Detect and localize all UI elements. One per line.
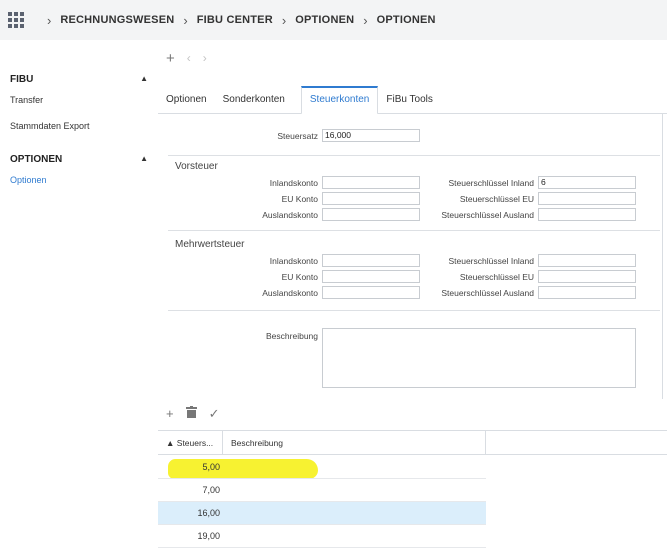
breadcrumb-rechnungswesen[interactable]: RECHNUNGSWESEN [60,14,174,26]
vorsteuer-sk-inland-input[interactable]: 6 [538,176,636,189]
sidebar-item-stammdaten-export[interactable]: Stammdaten Export [10,121,90,131]
chevron-right-icon: › [363,12,368,28]
vorsteuer-sk-ausland-input[interactable] [538,208,636,221]
divider [168,230,660,231]
steuersatz-cell: 5,00 [202,462,220,472]
steuer-grid: ▲ Steuers... Beschreibung 5,00 7,00 16,0… [158,430,667,557]
add-icon[interactable]: + [166,51,175,66]
top-bar: › RECHNUNGSWESEN › FIBU CENTER › OPTIONE… [0,0,667,40]
steuerkonten-form: Steuersatz 16,000 Vorsteuer Inlandskonto… [158,114,663,399]
mwst-auslandskonto-label: Auslandskonto [262,288,318,298]
tab-steuerkonten[interactable]: Steuerkonten [300,86,379,115]
grid-toolbar: + ✓ [158,400,667,426]
mwst-sk-ausland-label: Steuerschlüssel Ausland [441,288,534,298]
mwst-eu-konto-label: EU Konto [281,272,318,282]
tab-fibu-tools[interactable]: FiBu Tools [386,86,441,114]
steuersatz-label: Steuersatz [277,131,318,141]
mehrwertsteuer-title: Mehrwertsteuer [175,239,245,250]
caret-up-icon: ▲ [140,154,148,163]
chevron-left-icon[interactable]: ‹ [187,52,191,64]
sidebar-group-fibu[interactable]: FIBU ▲ [10,74,148,85]
vorsteuer-eu-konto-label: EU Konto [281,194,318,204]
tab-sonderkonten[interactable]: Sonderkonten [223,86,293,114]
mwst-sk-eu-input[interactable] [538,270,636,283]
chevron-right-icon: › [183,12,188,28]
steuersatz-cell: 16,00 [197,508,220,518]
chevron-right-icon: › [47,12,52,28]
app-grid-icon[interactable] [8,12,24,28]
table-row[interactable]: 7,00 [158,479,486,502]
record-toolbar: + ‹ › [158,40,667,76]
divider [168,310,660,311]
column-beschreibung[interactable]: Beschreibung [223,431,486,455]
sidebar-item-optionen[interactable]: Optionen [10,175,47,185]
chevron-right-icon: › [281,12,287,28]
add-icon[interactable]: + [166,407,174,420]
check-icon[interactable]: ✓ [209,407,220,420]
chevron-right-icon[interactable]: › [203,52,207,64]
vorsteuer-inlandskonto-label: Inlandskonto [269,178,318,188]
caret-up-icon: ▲ [140,74,148,83]
sidebar-group-optionen[interactable]: OPTIONEN ▲ [10,154,148,165]
tab-optionen[interactable]: Optionen [166,86,215,114]
beschreibung-label: Beschreibung [266,331,318,341]
steuersatz-cell: 7,00 [202,485,220,495]
steuersatz-input[interactable]: 16,000 [322,129,420,142]
vorsteuer-auslandskonto-label: Auslandskonto [262,210,318,220]
sidebar: FIBU ▲ Transfer Stammdaten Export OPTION… [0,40,158,557]
grid-header: ▲ Steuers... Beschreibung [158,431,667,455]
table-row[interactable]: 19,00 [158,525,486,548]
mwst-sk-eu-label: Steuerschlüssel EU [459,272,534,282]
vorsteuer-sk-ausland-label: Steuerschlüssel Ausland [441,210,534,220]
mwst-auslandskonto-input[interactable] [322,286,420,299]
column-steuersatz[interactable]: ▲ Steuers... [158,431,223,455]
mwst-eu-konto-input[interactable] [322,270,420,283]
breadcrumb-optionen[interactable]: OPTIONEN [295,14,354,26]
mwst-inlandskonto-input[interactable] [322,254,420,267]
vorsteuer-eu-konto-input[interactable] [322,192,420,205]
vorsteuer-sk-inland-label: Steuerschlüssel Inland [448,178,534,188]
mwst-inlandskonto-label: Inlandskonto [269,256,318,266]
breadcrumb-optionen-current: OPTIONEN [376,14,436,26]
vorsteuer-title: Vorsteuer [175,161,218,172]
table-row[interactable]: 5,00 [158,456,486,479]
sidebar-item-transfer[interactable]: Transfer [10,95,43,105]
beschreibung-textarea[interactable] [322,328,636,388]
mwst-sk-ausland-input[interactable] [538,286,636,299]
vorsteuer-sk-eu-label: Steuerschlüssel EU [459,194,534,204]
vorsteuer-sk-eu-input[interactable] [538,192,636,205]
mwst-sk-inland-input[interactable] [538,254,636,267]
divider [168,155,660,156]
table-row-selected[interactable]: 16,00 [158,502,486,525]
breadcrumb-fibu-center[interactable]: FIBU CENTER [197,14,273,26]
vorsteuer-inlandskonto-input[interactable] [322,176,420,189]
vorsteuer-auslandskonto-input[interactable] [322,208,420,221]
tab-bar: Optionen Sonderkonten Steuerkonten FiBu … [158,86,667,115]
trash-icon[interactable] [185,406,197,420]
steuersatz-cell: 19,00 [197,531,220,541]
mwst-sk-inland-label: Steuerschlüssel Inland [448,256,534,266]
